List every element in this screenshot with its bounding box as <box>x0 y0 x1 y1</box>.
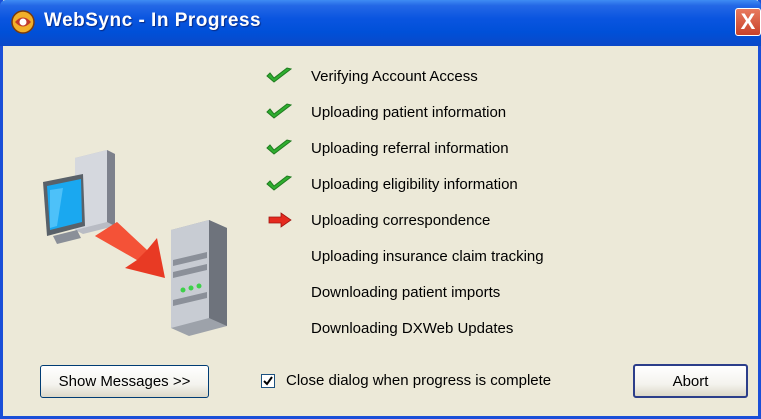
close-when-complete-checkbox[interactable] <box>261 373 275 388</box>
check-icon <box>265 136 301 160</box>
check-icon <box>265 172 301 196</box>
sync-arrow-icon <box>95 222 165 278</box>
step-uploading-correspondence: Uploading correspondence <box>265 202 745 238</box>
arrow-right-icon <box>265 208 301 232</box>
show-messages-button[interactable]: Show Messages >> <box>40 365 209 398</box>
window-title: WebSync - In Progress <box>44 10 262 31</box>
step-uploading-claim-tracking: Uploading insurance claim tracking <box>265 238 745 274</box>
step-label: Verifying Account Access <box>311 67 478 85</box>
websync-dialog: WebSync - In Progress X Verifying Accoun… <box>0 0 761 419</box>
computer-icon <box>43 150 115 244</box>
step-label: Uploading insurance claim tracking <box>311 247 544 265</box>
step-downloading-dxweb-updates: Downloading DXWeb Updates <box>265 310 745 346</box>
close-when-complete-option[interactable]: Close dialog when progress is complete <box>261 372 551 389</box>
checkmark-icon <box>263 375 273 386</box>
step-label: Downloading patient imports <box>311 283 501 301</box>
abort-button[interactable]: Abort <box>633 364 748 398</box>
step-label: Uploading patient information <box>311 103 507 121</box>
progress-step-list: Verifying Account Access Uploading patie… <box>265 58 745 346</box>
step-uploading-referral: Uploading referral information <box>265 130 745 166</box>
close-button[interactable]: X <box>735 8 761 36</box>
check-icon <box>265 100 301 124</box>
title-bar[interactable]: WebSync - In Progress X <box>0 0 761 46</box>
step-label: Uploading correspondence <box>311 211 491 229</box>
check-icon <box>265 64 301 88</box>
step-verifying-account: Verifying Account Access <box>265 58 745 94</box>
step-label: Uploading referral information <box>311 139 509 157</box>
step-downloading-patient-imports: Downloading patient imports <box>265 274 745 310</box>
close-when-complete-label: Close dialog when progress is complete <box>286 372 552 389</box>
sync-illustration <box>43 150 227 336</box>
step-uploading-eligibility: Uploading eligibility information <box>265 166 745 202</box>
server-icon <box>171 220 227 336</box>
step-label: Downloading DXWeb Updates <box>311 319 514 337</box>
step-label: Uploading eligibility information <box>311 175 518 193</box>
step-uploading-patient: Uploading patient information <box>265 94 745 130</box>
websync-app-icon <box>11 10 35 34</box>
